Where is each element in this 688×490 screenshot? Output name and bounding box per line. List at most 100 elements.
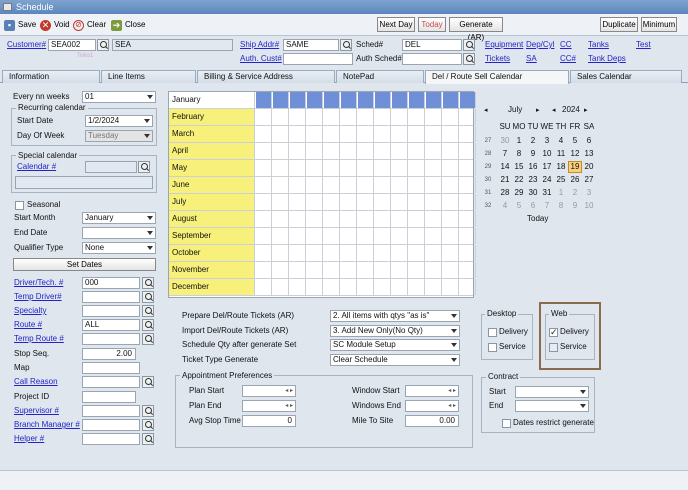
tab-billing-service-address[interactable]: Billing & Service Address (197, 70, 335, 83)
qualifier-type-select[interactable]: None (82, 242, 156, 254)
auth-sched-search-icon[interactable] (463, 53, 475, 65)
next-year-arrow[interactable]: ▸ (584, 106, 588, 114)
temp-driver-link[interactable]: Temp Driver# (14, 291, 62, 303)
month-row[interactable]: November (169, 262, 476, 279)
month-day-cell[interactable] (273, 211, 289, 227)
call-reason-link[interactable]: Call Reason (14, 376, 58, 388)
dep-cyl-link[interactable]: Dep/Cyl (526, 39, 554, 51)
calendar-month[interactable]: July (508, 105, 522, 114)
calendar-day[interactable]: 8 (512, 148, 526, 160)
month-day-cell[interactable] (273, 177, 289, 193)
month-day-cell[interactable] (392, 245, 408, 261)
month-day-cell[interactable] (324, 194, 340, 210)
calendar-day[interactable]: 18 (554, 161, 568, 173)
auth-cust-field[interactable] (283, 53, 353, 65)
month-day-cell[interactable] (426, 211, 442, 227)
month-day-cell[interactable] (375, 177, 391, 193)
month-day-cell[interactable] (341, 92, 357, 108)
month-row[interactable]: April (169, 143, 476, 160)
month-day-cell[interactable] (392, 143, 408, 159)
month-day-cell[interactable] (392, 160, 408, 176)
month-day-cell[interactable] (307, 143, 323, 159)
month-day-cell[interactable] (341, 194, 357, 210)
calendar-day[interactable]: 3 (582, 187, 596, 199)
month-day-cell[interactable] (358, 211, 374, 227)
auth-cust-link[interactable]: Auth. Cust# (240, 53, 282, 65)
month-day-cell[interactable] (256, 160, 272, 176)
month-day-cell[interactable] (392, 228, 408, 244)
tank-deps-link[interactable]: Tank Deps (588, 53, 626, 65)
month-day-cell[interactable] (460, 279, 476, 295)
month-day-cell[interactable] (392, 211, 408, 227)
month-day-cell[interactable] (375, 211, 391, 227)
ship-addr-search-icon[interactable] (340, 39, 352, 51)
calendar-day[interactable]: 5 (512, 200, 526, 212)
driver-search-icon[interactable] (142, 277, 154, 289)
calendar-day[interactable]: 23 (526, 174, 540, 186)
tab-sales-calendar[interactable]: Sales Calendar (570, 70, 682, 83)
month-day-cell[interactable] (426, 160, 442, 176)
tab-information[interactable]: Information (2, 70, 100, 83)
month-day-cell[interactable] (375, 194, 391, 210)
month-day-cell[interactable] (443, 143, 459, 159)
generate-button[interactable]: Generate (AR) (449, 17, 503, 42)
helper-field[interactable] (82, 433, 140, 445)
specialty-search-icon[interactable] (142, 305, 154, 317)
month-day-cell[interactable] (358, 194, 374, 210)
temp-route-search-icon[interactable] (142, 333, 154, 345)
month-day-cell[interactable] (273, 109, 289, 125)
month-row[interactable]: February (169, 109, 476, 126)
customer-link[interactable]: Customer# (7, 39, 46, 51)
start-month-select[interactable]: January (82, 212, 156, 224)
tab-del-route-sell-calendar[interactable]: Del / Route Sell Calendar (425, 70, 569, 84)
sched-field[interactable]: DEL (402, 39, 462, 51)
cc-number-link[interactable]: CC# (560, 53, 576, 65)
month-day-cell[interactable] (324, 92, 340, 108)
equipment-link[interactable]: Equipment (485, 39, 523, 51)
month-day-cell[interactable] (358, 92, 374, 108)
tab-notepad[interactable]: NotePad (336, 70, 424, 83)
month-day-cell[interactable] (426, 279, 442, 295)
calendar-day[interactable]: 21 (498, 174, 512, 186)
month-day-cell[interactable] (409, 194, 425, 210)
month-day-cell[interactable] (307, 228, 323, 244)
month-day-cell[interactable] (256, 245, 272, 261)
month-day-cell[interactable] (256, 143, 272, 159)
month-day-cell[interactable] (324, 279, 340, 295)
customer-name-field[interactable]: SEA (112, 39, 233, 51)
month-day-cell[interactable] (290, 160, 306, 176)
month-day-cell[interactable] (256, 92, 272, 108)
plan-start-field[interactable]: ◂ ▸ (242, 385, 296, 397)
month-day-cell[interactable] (460, 194, 476, 210)
month-day-cell[interactable] (273, 126, 289, 142)
month-day-cell[interactable] (307, 211, 323, 227)
month-day-cell[interactable] (324, 177, 340, 193)
month-day-cell[interactable] (341, 228, 357, 244)
month-day-cell[interactable] (392, 194, 408, 210)
calendar-number-link[interactable]: Calendar # (17, 161, 56, 173)
calendar-day[interactable]: 30 (498, 135, 512, 147)
month-day-cell[interactable] (341, 245, 357, 261)
calendar-day[interactable]: 7 (540, 200, 554, 212)
calendar-day[interactable]: 26 (568, 174, 582, 186)
save-button[interactable]: ▪ Save (4, 18, 36, 32)
calendar-today-link[interactable]: Today (527, 214, 548, 223)
web-delivery-checkbox[interactable] (549, 327, 558, 338)
month-day-cell[interactable] (307, 194, 323, 210)
month-row[interactable]: January (169, 92, 476, 109)
month-day-cell[interactable] (392, 279, 408, 295)
spinner-icon[interactable]: ◂ ▸ (448, 386, 456, 396)
month-day-cell[interactable] (324, 245, 340, 261)
month-day-cell[interactable] (290, 143, 306, 159)
test-link[interactable]: Test (636, 39, 651, 51)
month-day-cell[interactable] (307, 160, 323, 176)
month-row[interactable]: June (169, 177, 476, 194)
month-day-cell[interactable] (426, 126, 442, 142)
month-day-cell[interactable] (426, 194, 442, 210)
month-day-cell[interactable] (358, 245, 374, 261)
next-month-arrow[interactable]: ▸ (536, 106, 540, 114)
calendar-day[interactable]: 31 (540, 187, 554, 199)
month-day-cell[interactable] (290, 194, 306, 210)
route-link[interactable]: Route # (14, 319, 42, 331)
month-day-cell[interactable] (256, 177, 272, 193)
